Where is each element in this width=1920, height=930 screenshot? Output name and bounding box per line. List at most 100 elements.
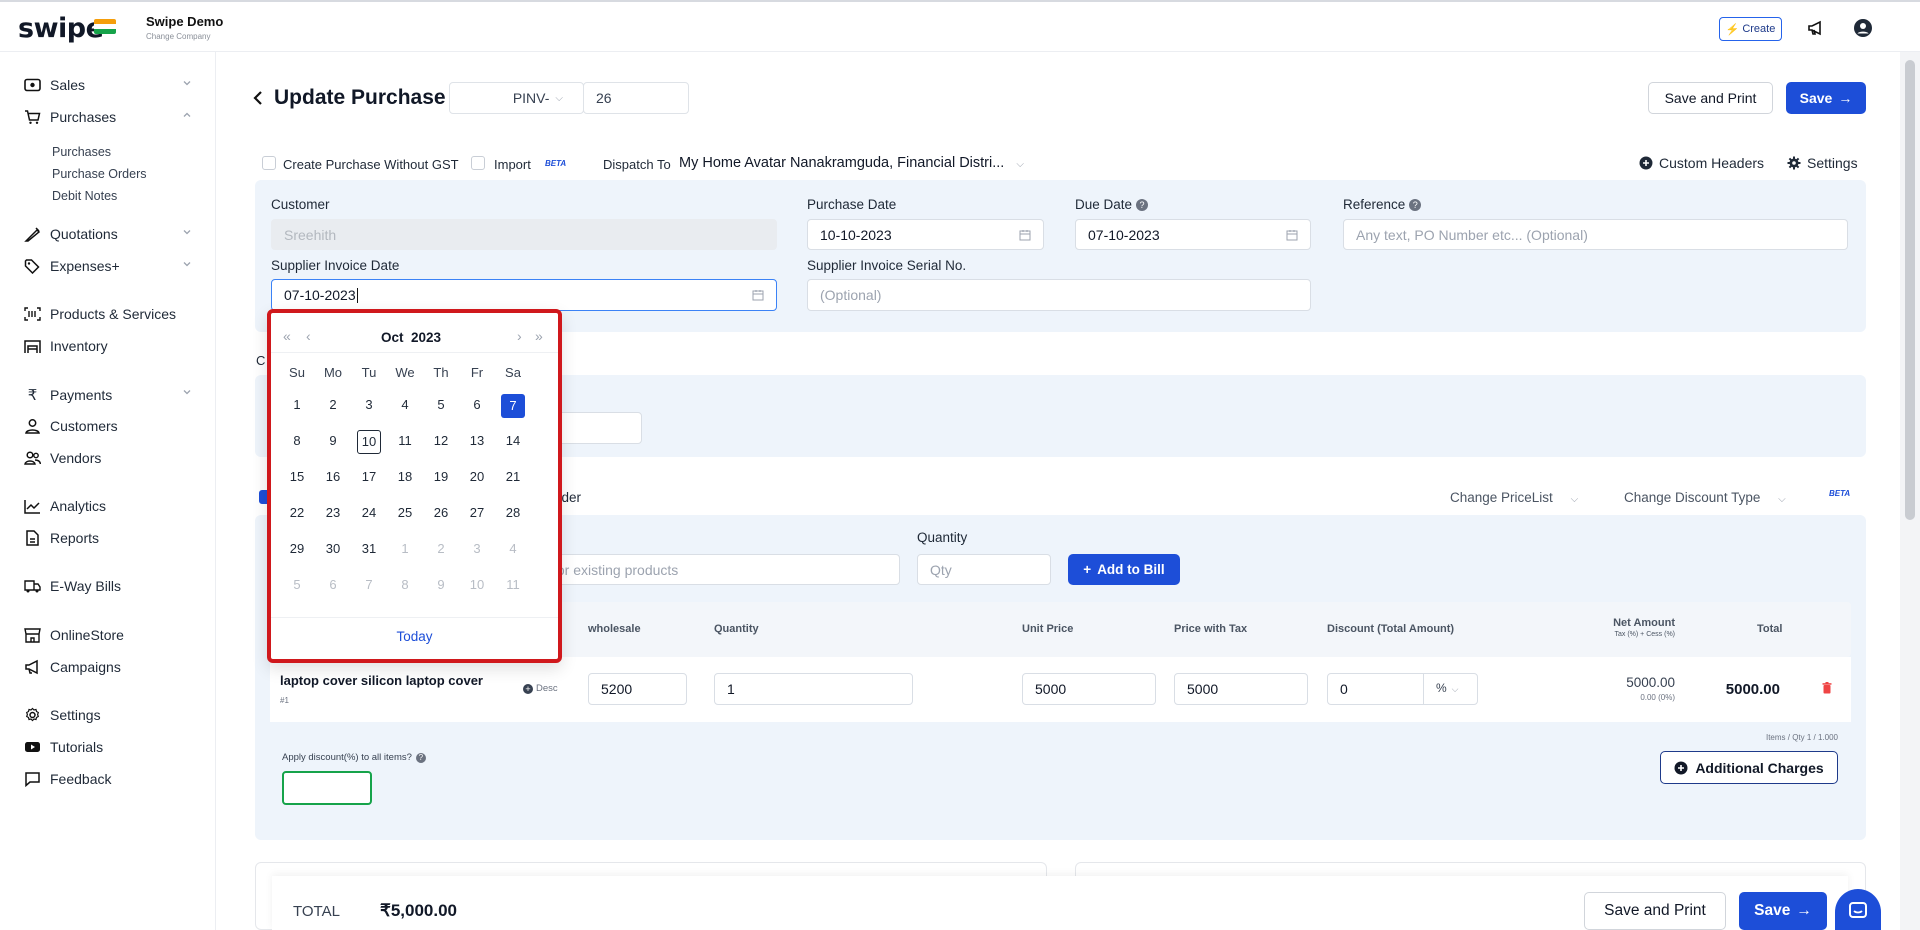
add-to-bill-button[interactable]: + Add to Bill: [1068, 554, 1180, 585]
chat-widget-button[interactable]: [1835, 889, 1881, 930]
sidebar-item-tutorials[interactable]: Tutorials: [24, 739, 103, 755]
month-year-label[interactable]: Oct 2023: [381, 330, 441, 345]
sidebar-item-onlinestore[interactable]: OnlineStore: [24, 627, 124, 643]
chevron-down-icon[interactable]: [182, 78, 192, 88]
calendar-day[interactable]: 21: [495, 465, 531, 489]
wholesale-input[interactable]: 5200: [588, 673, 687, 705]
sidebar-item-eway-bills[interactable]: E-Way Bills: [24, 578, 121, 594]
chevron-down-icon[interactable]: [182, 259, 192, 269]
footer-save-button[interactable]: Save →: [1739, 892, 1827, 930]
import-checkbox[interactable]: [471, 156, 485, 170]
calendar-day[interactable]: 30: [315, 537, 351, 561]
help-icon[interactable]: ?: [415, 752, 426, 763]
month-label[interactable]: Oct: [381, 330, 404, 345]
desc-button[interactable]: + Desc: [523, 683, 558, 694]
price-with-tax-input[interactable]: 5000: [1174, 673, 1308, 705]
calendar-day-selected[interactable]: 7: [495, 393, 531, 418]
calendar-day[interactable]: 13: [459, 429, 495, 453]
change-pricelist-select[interactable]: Change PriceList ⌵: [1450, 490, 1578, 505]
calendar-day[interactable]: 28: [495, 501, 531, 525]
product-search-input[interactable]: for existing products: [540, 554, 900, 585]
custom-headers-button[interactable]: Custom Headers: [1639, 155, 1764, 171]
calendar-day[interactable]: 15: [279, 465, 315, 489]
sidebar-item-vendors[interactable]: Vendors: [24, 450, 101, 466]
calendar-day[interactable]: 6: [459, 393, 495, 417]
sidebar-item-products[interactable]: Products & Services: [24, 306, 176, 322]
sidebar-item-purchases[interactable]: Purchases: [24, 109, 116, 125]
scrollbar[interactable]: [1900, 52, 1920, 930]
calendar-day[interactable]: 25: [387, 501, 423, 525]
calendar-day[interactable]: 31: [351, 537, 387, 561]
supplier-serial-input[interactable]: (Optional): [807, 279, 1311, 311]
calendar-day[interactable]: 23: [315, 501, 351, 525]
calendar-day[interactable]: 9: [315, 429, 351, 453]
calendar-day[interactable]: 14: [495, 429, 531, 453]
prev-month-icon[interactable]: ‹: [306, 328, 311, 344]
settings-button[interactable]: Settings: [1787, 155, 1858, 171]
calendar-day[interactable]: 4: [387, 393, 423, 417]
calendar-day[interactable]: 11: [387, 429, 423, 453]
calendar-day[interactable]: 10: [459, 573, 495, 597]
next-month-icon[interactable]: ›: [517, 328, 522, 344]
year-label[interactable]: 2023: [411, 330, 441, 345]
prev-year-icon[interactable]: «: [283, 328, 291, 344]
sidebar-item-quotations[interactable]: Quotations: [24, 226, 118, 242]
footer-save-and-print-button[interactable]: Save and Print: [1584, 892, 1726, 930]
calendar-day[interactable]: 2: [315, 393, 351, 417]
sidebar-item-customers[interactable]: Customers: [24, 418, 118, 434]
back-icon[interactable]: [252, 90, 264, 106]
purchase-date-input[interactable]: 10-10-2023: [807, 219, 1044, 250]
invoice-number-input[interactable]: 26: [583, 82, 689, 114]
item-quantity-input[interactable]: 1: [714, 673, 913, 705]
trash-icon[interactable]: [1822, 682, 1832, 694]
calendar-day[interactable]: 17: [351, 465, 387, 489]
sidebar-item-feedback[interactable]: Feedback: [24, 771, 111, 787]
invoice-prefix-select[interactable]: PINV- ⌵: [449, 82, 584, 114]
swipe-logo[interactable]: swipe: [18, 13, 104, 44]
calendar-day[interactable]: 4: [495, 537, 531, 561]
due-date-input[interactable]: 07-10-2023: [1075, 219, 1311, 250]
chevron-down-icon[interactable]: [182, 387, 192, 397]
sidebar-item-campaigns[interactable]: Campaigns: [24, 659, 121, 675]
sidebar-item-expenses[interactable]: Expenses+: [24, 258, 120, 274]
dispatch-select[interactable]: My Home Avatar Nanakramguda, Financial D…: [679, 155, 1024, 171]
create-button[interactable]: ⚡ Create: [1719, 17, 1782, 41]
item-name[interactable]: laptop cover silicon laptop cover: [280, 673, 483, 688]
calendar-day-today[interactable]: 10: [351, 429, 387, 454]
today-button[interactable]: Today: [271, 629, 558, 644]
quantity-input[interactable]: Qty: [917, 554, 1051, 585]
change-discount-type-select[interactable]: Change Discount Type ⌵: [1624, 490, 1786, 505]
calendar-day[interactable]: 12: [423, 429, 459, 453]
sidebar-item-sales[interactable]: Sales: [24, 77, 85, 93]
calendar-day[interactable]: 22: [279, 501, 315, 525]
help-icon[interactable]: ?: [1136, 198, 1149, 211]
calendar-day[interactable]: 18: [387, 465, 423, 489]
chevron-down-icon[interactable]: [182, 227, 192, 237]
customer-input[interactable]: Sreehith: [271, 219, 777, 250]
discount-input[interactable]: 0 % ⌵: [1327, 673, 1478, 705]
supplier-invoice-date-input[interactable]: 07-10-2023: [271, 279, 777, 311]
calendar-day[interactable]: 7: [351, 573, 387, 597]
calendar-day[interactable]: 2: [423, 537, 459, 561]
calendar-day[interactable]: 8: [279, 429, 315, 453]
additional-charges-button[interactable]: Additional Charges: [1660, 751, 1838, 784]
sidebar-subitem-debit-notes[interactable]: Debit Notes: [52, 189, 117, 203]
sidebar-item-inventory[interactable]: Inventory: [24, 338, 108, 354]
calendar-day[interactable]: 20: [459, 465, 495, 489]
company-switcher[interactable]: Swipe Demo Change Company: [146, 14, 223, 41]
reference-input[interactable]: Any text, PO Number etc... (Optional): [1343, 219, 1848, 250]
scrollbar-thumb[interactable]: [1905, 60, 1915, 520]
calendar-day[interactable]: 27: [459, 501, 495, 525]
help-icon[interactable]: ?: [1409, 198, 1422, 211]
change-company-link[interactable]: Change Company: [146, 32, 223, 41]
save-button[interactable]: Save →: [1786, 82, 1866, 114]
next-year-icon[interactable]: »: [535, 328, 543, 344]
calendar-day[interactable]: 16: [315, 465, 351, 489]
calendar-day[interactable]: 6: [315, 573, 351, 597]
calendar-day[interactable]: 1: [279, 393, 315, 417]
calendar-day[interactable]: 26: [423, 501, 459, 525]
calendar-day[interactable]: 24: [351, 501, 387, 525]
sidebar-subitem-purchase-orders[interactable]: Purchase Orders: [52, 167, 146, 181]
chevron-up-icon[interactable]: [182, 110, 192, 120]
user-avatar-icon[interactable]: [1853, 18, 1873, 38]
